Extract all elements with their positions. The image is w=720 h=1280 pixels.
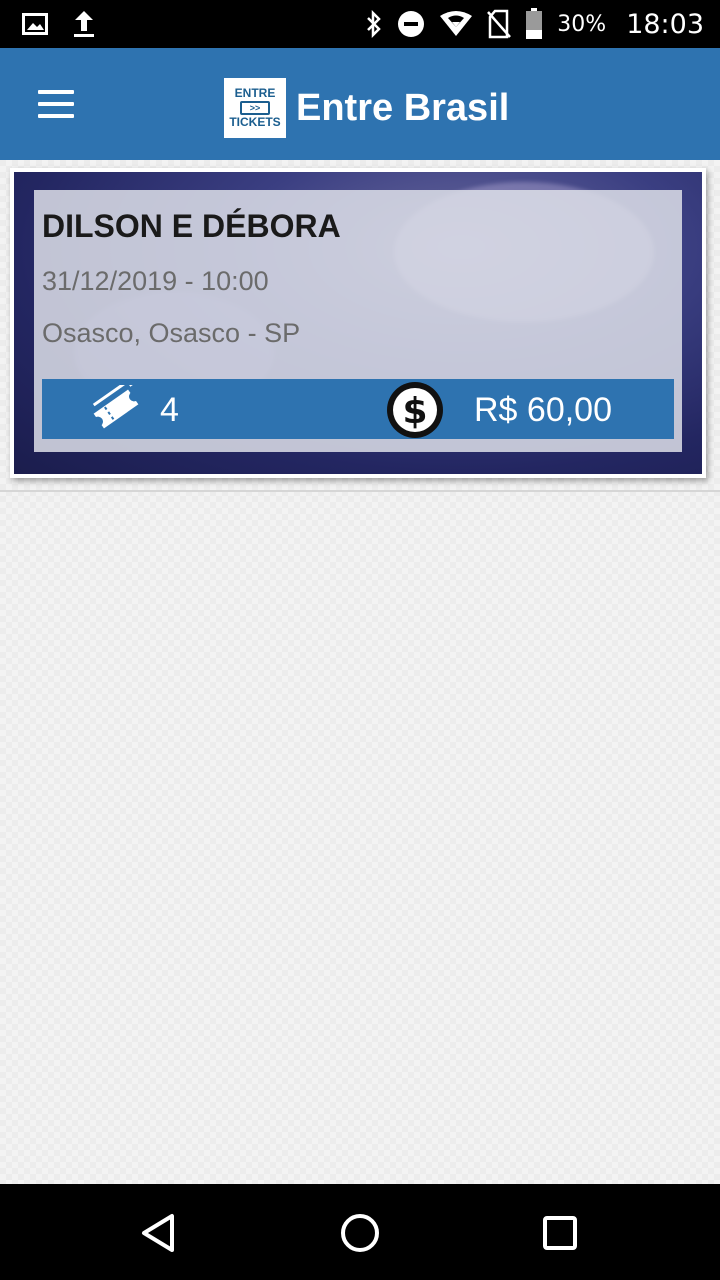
svg-text:$: $ bbox=[402, 391, 427, 432]
do-not-disturb-icon bbox=[398, 11, 425, 37]
upload-icon bbox=[74, 11, 94, 37]
event-list: DILSON E DÉBORA 31/12/2019 - 10:00 Osasc… bbox=[0, 160, 720, 1184]
logo-text-bottom: TICKETS bbox=[229, 115, 281, 129]
battery-icon bbox=[526, 8, 543, 39]
event-card-panel: DILSON E DÉBORA 31/12/2019 - 10:00 Osasc… bbox=[34, 190, 682, 452]
event-card-background: DILSON E DÉBORA 31/12/2019 - 10:00 Osasc… bbox=[14, 172, 702, 474]
dollar-coin-icon: $ bbox=[387, 382, 443, 438]
system-nav-bar bbox=[0, 1184, 720, 1280]
no-sim-icon bbox=[487, 9, 512, 39]
battery-percentage: 30% bbox=[557, 11, 607, 37]
status-bar: 30% 18:03 bbox=[0, 0, 720, 48]
recents-icon[interactable] bbox=[535, 1208, 585, 1258]
image-icon bbox=[22, 13, 48, 35]
wifi-icon bbox=[440, 11, 473, 36]
back-icon[interactable] bbox=[134, 1208, 184, 1258]
event-title: DILSON E DÉBORA bbox=[42, 208, 341, 244]
list-divider bbox=[0, 490, 720, 492]
entre-tickets-logo: ENTRE >> TICKETS bbox=[224, 78, 286, 138]
status-time: 18:03 bbox=[626, 8, 704, 40]
app-title: Entre Brasil bbox=[296, 86, 510, 129]
event-location: Osasco, Osasco - SP bbox=[42, 318, 301, 348]
logo-ticket-glyph: >> bbox=[240, 101, 270, 115]
hamburger-menu-icon[interactable] bbox=[30, 84, 82, 124]
event-info-bar: 4 $ R$ 60,00 bbox=[42, 379, 674, 439]
logo-text-top: ENTRE bbox=[234, 86, 276, 100]
home-icon[interactable] bbox=[335, 1208, 385, 1258]
event-card[interactable]: DILSON E DÉBORA 31/12/2019 - 10:00 Osasc… bbox=[10, 168, 706, 478]
ticket-icon bbox=[90, 385, 142, 432]
app-bar: ENTRE >> TICKETS Entre Brasil bbox=[0, 48, 720, 160]
ticket-count: 4 bbox=[160, 391, 179, 429]
event-datetime: 31/12/2019 - 10:00 bbox=[42, 266, 269, 296]
event-price: R$ 60,00 bbox=[474, 391, 612, 429]
brand: ENTRE >> TICKETS Entre Brasil bbox=[224, 78, 509, 138]
bluetooth-icon bbox=[367, 10, 382, 38]
